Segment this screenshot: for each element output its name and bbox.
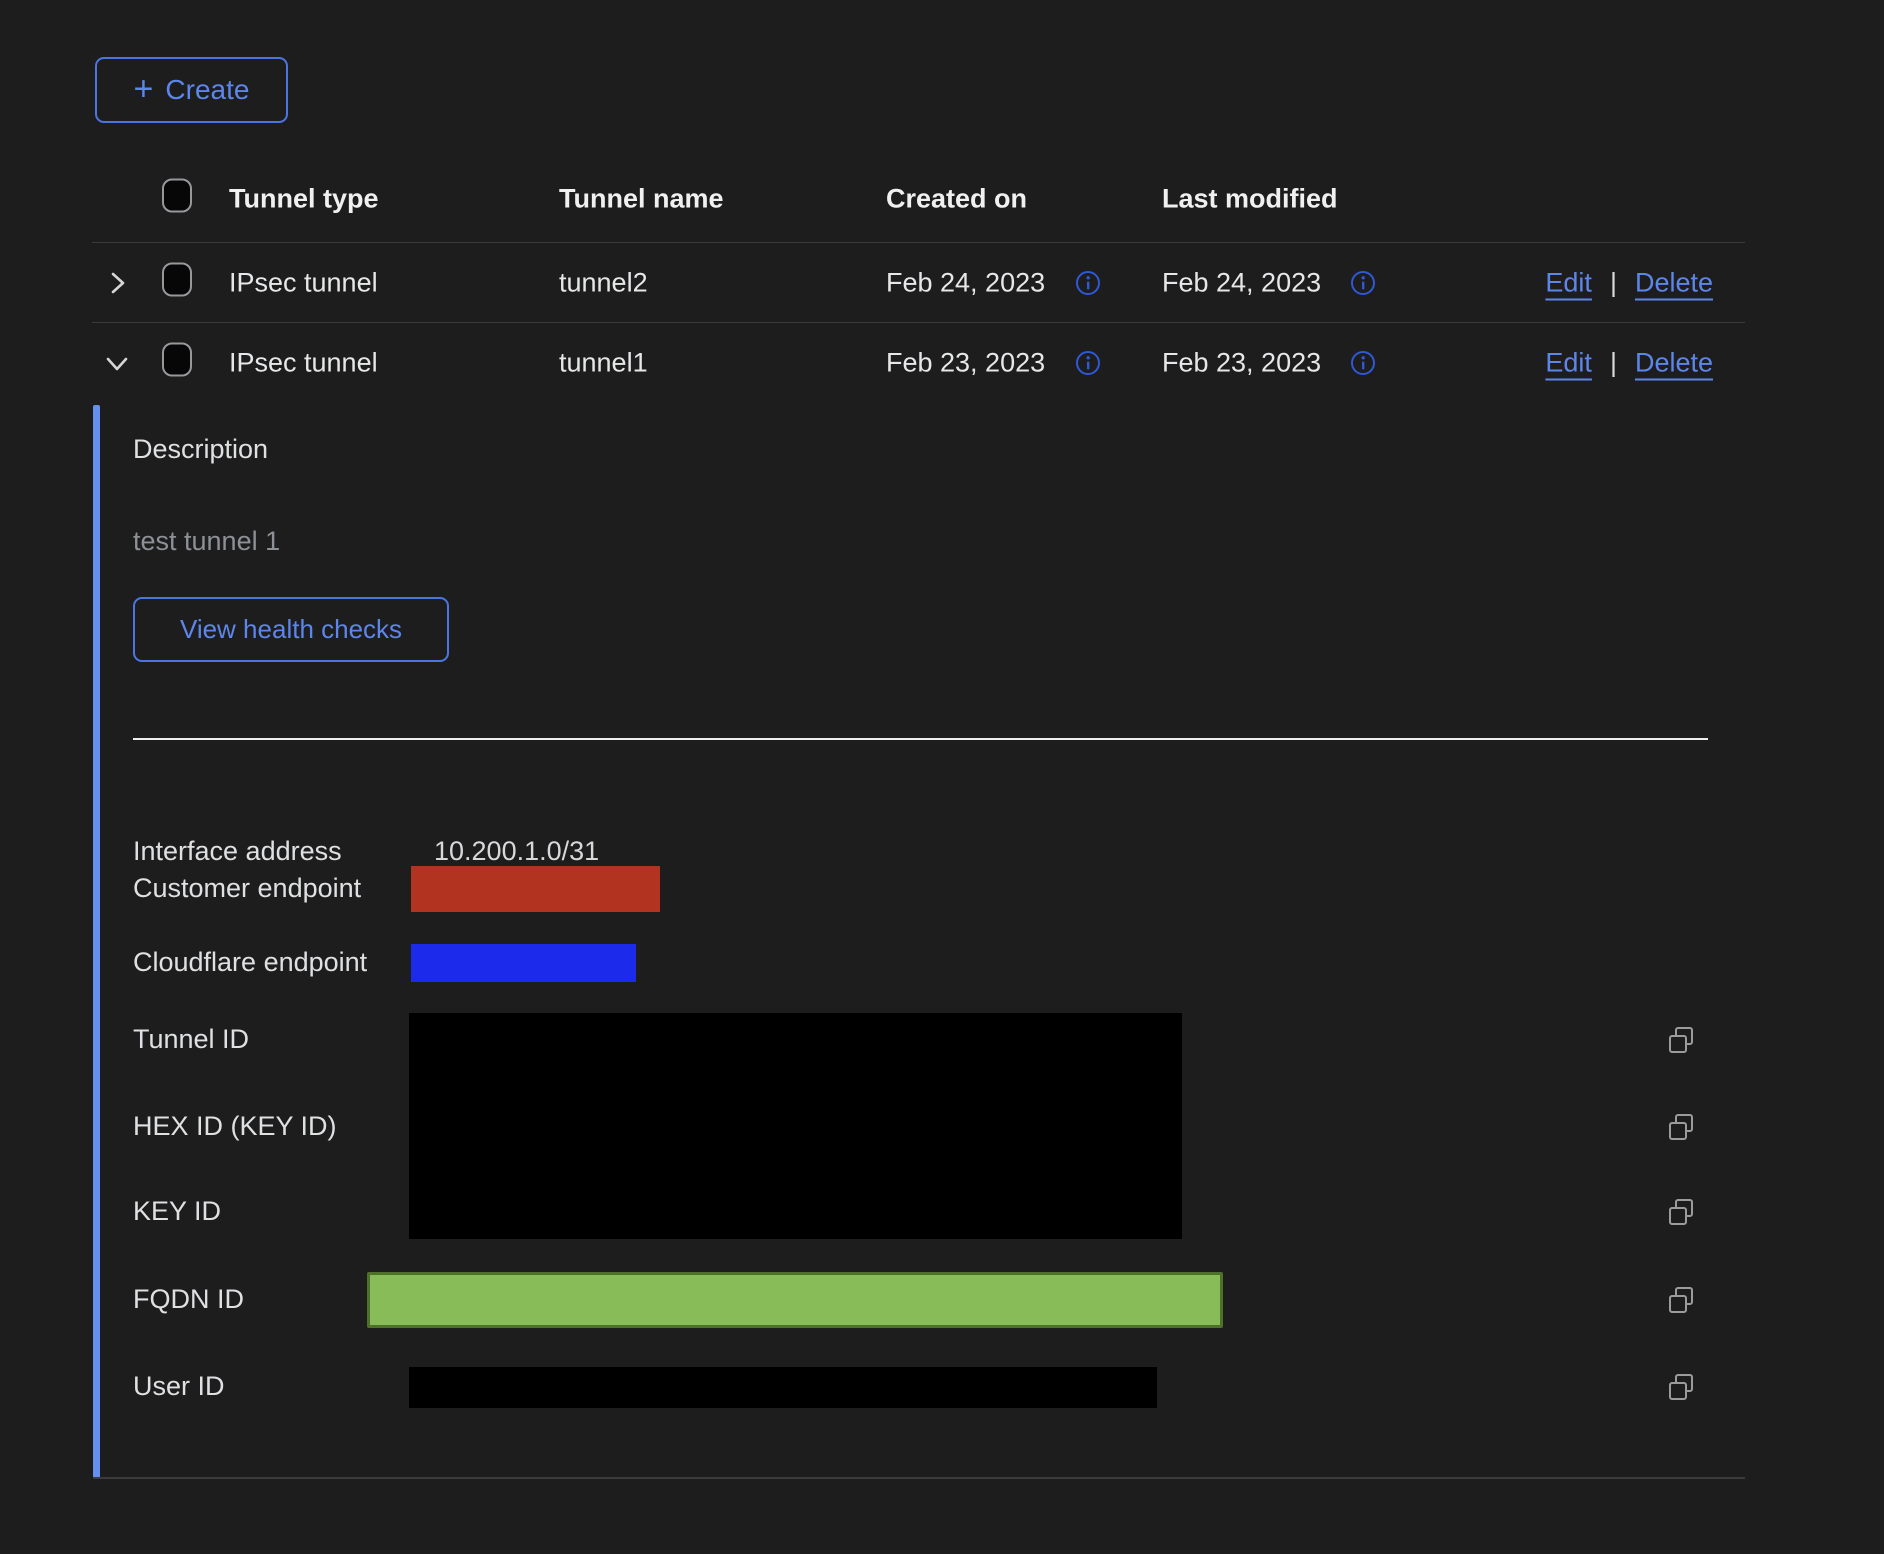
copy-key-id-icon[interactable] (1666, 1197, 1696, 1227)
copy-hex-id-icon[interactable] (1666, 1112, 1696, 1142)
action-separator: | (1610, 268, 1617, 299)
ids-redacted-value (409, 1013, 1182, 1239)
action-separator: | (1610, 348, 1617, 379)
tunnel-type-cell: IPsec tunnel (229, 268, 378, 299)
select-all-checkbox[interactable] (162, 179, 192, 220)
created-info-icon[interactable] (1075, 270, 1101, 296)
key-id-label: KEY ID (133, 1196, 221, 1227)
tunnel-id-label: Tunnel ID (133, 1024, 249, 1055)
cloudflare-endpoint-label: Cloudflare endpoint (133, 947, 367, 978)
description-value: test tunnel 1 (133, 526, 280, 557)
tunnel-type-cell: IPsec tunnel (229, 348, 378, 379)
interface-address-label: Interface address (133, 836, 342, 867)
last-modified-cell: Feb 23, 2023 (1162, 348, 1321, 379)
row-checkbox[interactable] (162, 263, 192, 304)
row-checkbox[interactable] (162, 343, 192, 384)
user-id-label: User ID (133, 1371, 225, 1402)
create-button[interactable]: + Create (95, 57, 288, 123)
customer-endpoint-label: Customer endpoint (133, 873, 361, 904)
section-divider (133, 738, 1708, 740)
modified-info-icon[interactable] (1350, 350, 1376, 376)
delete-link[interactable]: Delete (1635, 348, 1713, 379)
collapse-chevron-down-icon[interactable] (104, 350, 130, 376)
plus-icon: + (134, 72, 154, 106)
description-label: Description (133, 434, 268, 465)
fqdn-id-label: FQDN ID (133, 1284, 244, 1315)
table-row-expanded: IPsec tunnel tunnel1 Feb 23, 2023 Feb 23… (92, 323, 1745, 403)
created-info-icon[interactable] (1075, 350, 1101, 376)
copy-user-id-icon[interactable] (1666, 1372, 1696, 1402)
create-button-label: Create (165, 74, 249, 106)
hex-id-label: HEX ID (KEY ID) (133, 1111, 337, 1142)
ipsec-tunnels-page: { "toolbar": { "plus_glyph": "+", "creat… (0, 0, 1884, 1554)
column-header-created-on: Created on (886, 184, 1027, 215)
column-header-last-modified: Last modified (1162, 184, 1338, 215)
edit-link[interactable]: Edit (1545, 268, 1592, 299)
interface-address-value: 10.200.1.0/31 (434, 836, 599, 867)
copy-fqdn-id-icon[interactable] (1666, 1285, 1696, 1315)
delete-link[interactable]: Delete (1635, 268, 1713, 299)
column-header-tunnel-type: Tunnel type (229, 184, 379, 215)
table-row: IPsec tunnel tunnel2 Feb 24, 2023 Feb 24… (92, 243, 1745, 323)
expand-chevron-right-icon[interactable] (104, 270, 130, 296)
modified-info-icon[interactable] (1350, 270, 1376, 296)
fqdn-id-redacted-value (367, 1272, 1223, 1328)
copy-tunnel-id-icon[interactable] (1666, 1025, 1696, 1055)
created-on-cell: Feb 24, 2023 (886, 268, 1045, 299)
column-header-tunnel-name: Tunnel name (559, 184, 724, 215)
expansion-bottom-divider (93, 1477, 1745, 1479)
tunnel-name-cell: tunnel1 (559, 348, 648, 379)
edit-link[interactable]: Edit (1545, 348, 1592, 379)
last-modified-cell: Feb 24, 2023 (1162, 268, 1321, 299)
view-health-checks-button[interactable]: View health checks (133, 597, 449, 662)
user-id-redacted-value (409, 1367, 1157, 1408)
table-header: Tunnel type Tunnel name Created on Last … (92, 155, 1745, 243)
created-on-cell: Feb 23, 2023 (886, 348, 1045, 379)
customer-endpoint-redacted-value (411, 866, 660, 912)
expansion-indicator-bar (93, 405, 100, 1478)
tunnel-name-cell: tunnel2 (559, 268, 648, 299)
cloudflare-endpoint-redacted-value (411, 944, 636, 982)
